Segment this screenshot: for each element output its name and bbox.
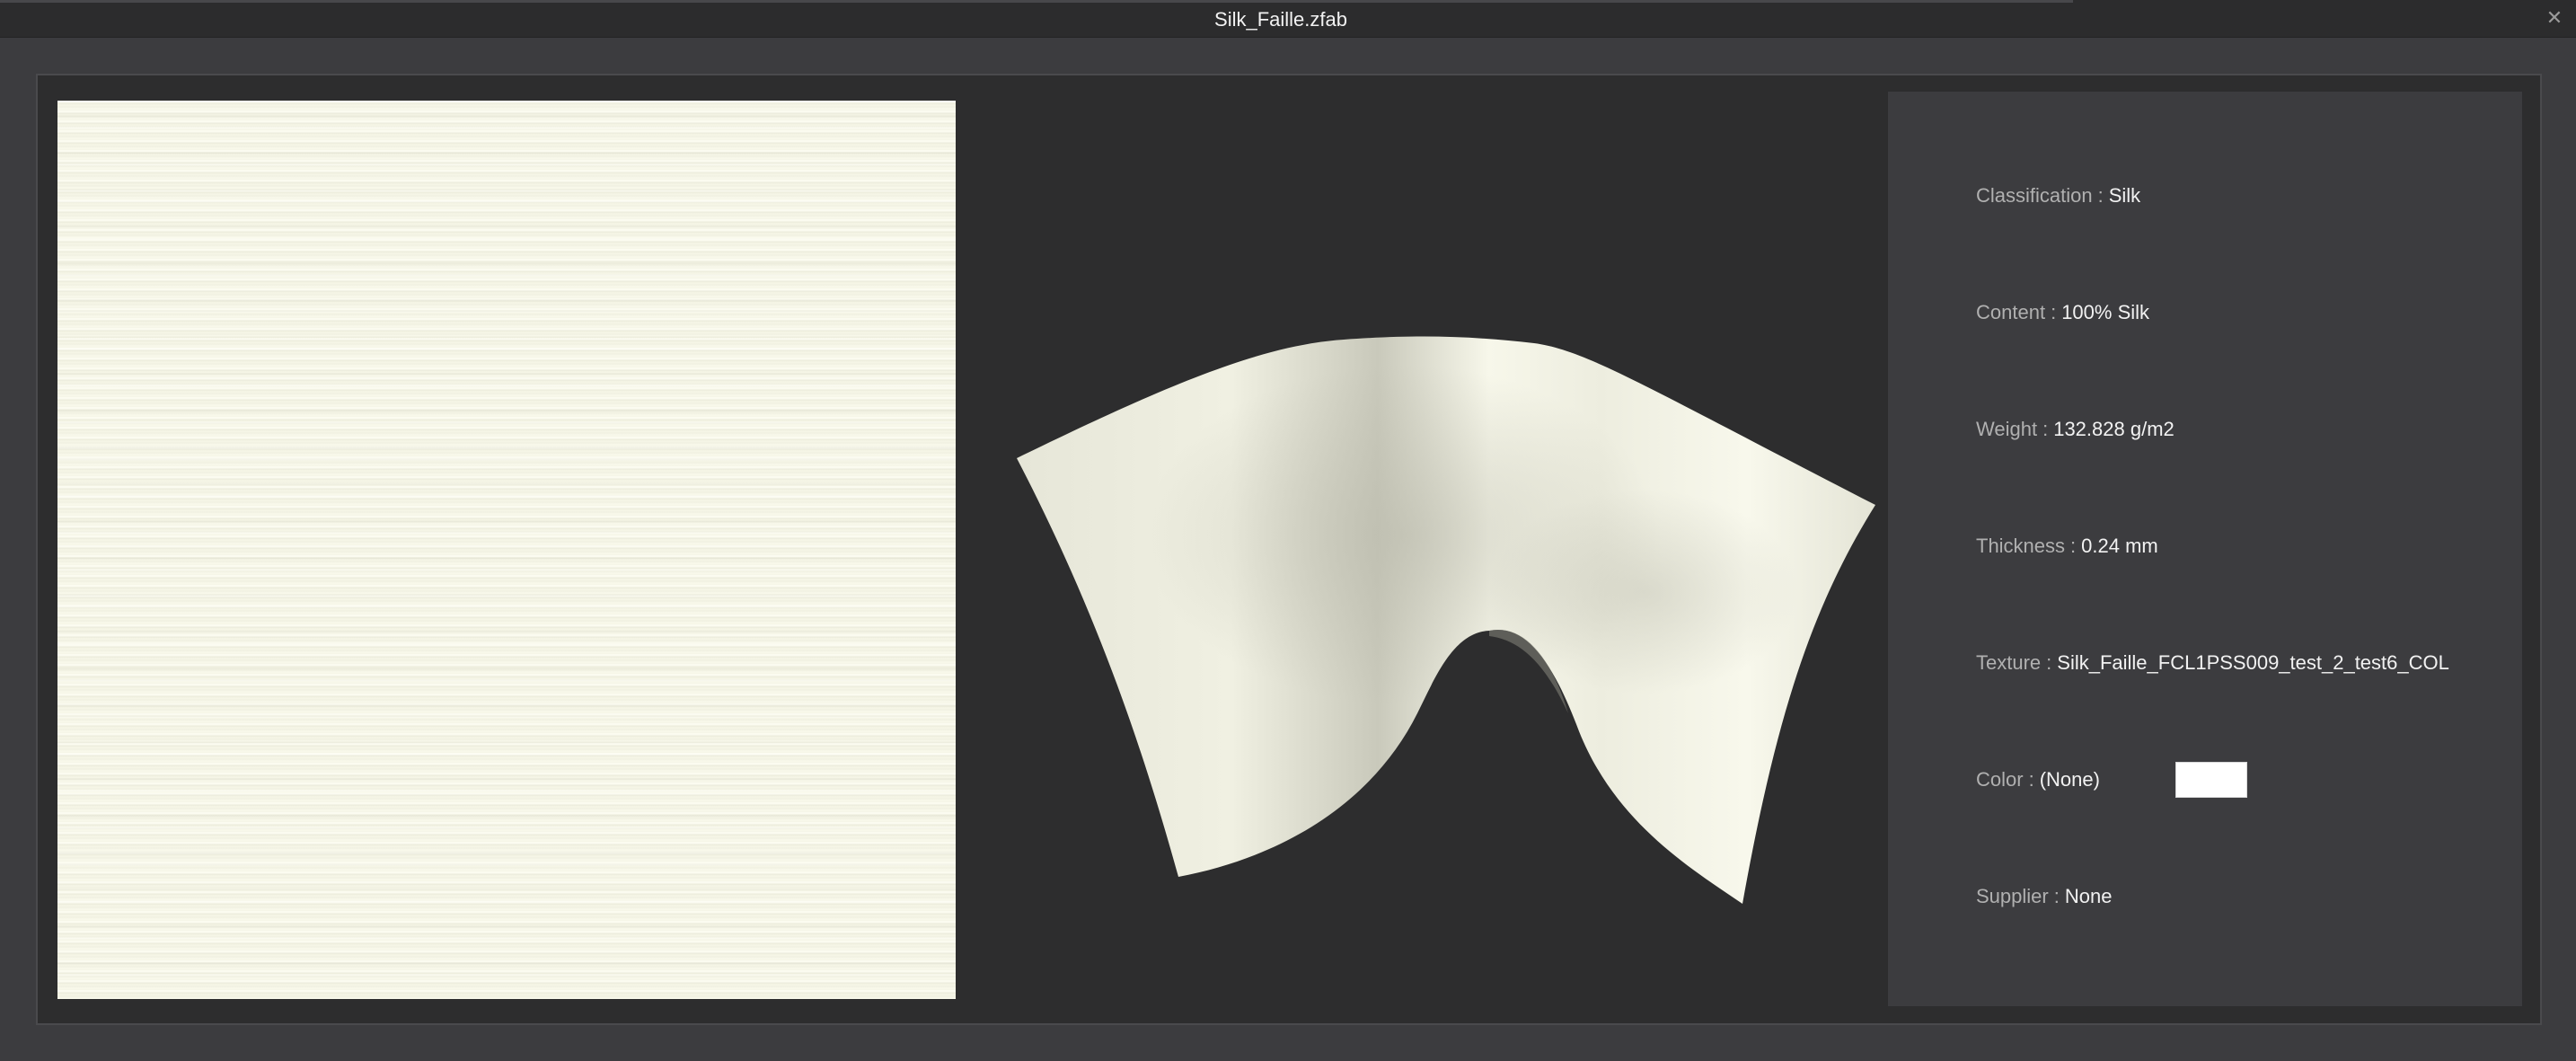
swatch-weave-pattern [57,101,956,999]
weight-separator: : [2042,418,2049,440]
content-label: Content [1976,301,2046,323]
fabric-info-panel: Classification: Silk Content:100% Silk We… [1888,92,2522,1006]
thickness-value: 0.24 mm [2081,535,2158,557]
classification-value: Silk [2108,184,2141,207]
content-value: 100% Silk [2061,301,2150,323]
classification-label: Classification [1976,184,2093,207]
info-weight: Weight:132.828 g/m2 [1976,417,2175,442]
thickness-separator: : [2070,535,2077,557]
supplier-value: None [2064,885,2113,907]
supplier-separator: : [2053,885,2060,907]
info-classification: Classification: Silk [1976,183,2140,208]
classification-separator: : [2097,184,2104,207]
color-swatch[interactable] [2175,762,2247,798]
info-content: Content:100% Silk [1976,300,2149,325]
texture-label: Texture [1976,651,2042,674]
close-icon[interactable]: ✕ [2542,5,2567,31]
fabric-texture-swatch [57,101,956,999]
title-bar-accent [0,0,2073,3]
fabric-drape-preview[interactable] [968,210,1938,938]
weight-value: 132.828 g/m2 [2053,418,2175,440]
color-label: Color [1976,768,2024,791]
info-supplier: Supplier: None [1976,884,2112,909]
texture-value: Silk_Faille_FCL1PSS009_test_2_test6_COL [2057,651,2449,674]
title-bar: Silk_Faille.zfab ✕ [0,0,2576,38]
info-texture: Texture: Silk_Faille_FCL1PSS009_test_2_te… [1976,650,2449,676]
content-separator: : [2051,301,2057,323]
info-thickness: Thickness:0.24 mm [1976,534,2158,559]
texture-separator: : [2046,651,2052,674]
thickness-label: Thickness [1976,535,2066,557]
color-separator: : [2028,768,2034,791]
drape-shadow-right [1017,336,1875,904]
window-title: Silk_Faille.zfab [1214,8,1347,31]
info-color: Color: (None) [1976,767,2100,792]
fabric-preview-frame: Classification: Silk Content:100% Silk We… [36,74,2542,1025]
supplier-label: Supplier [1976,885,2049,907]
weight-label: Weight [1976,418,2038,440]
color-value: (None) [2039,768,2100,791]
